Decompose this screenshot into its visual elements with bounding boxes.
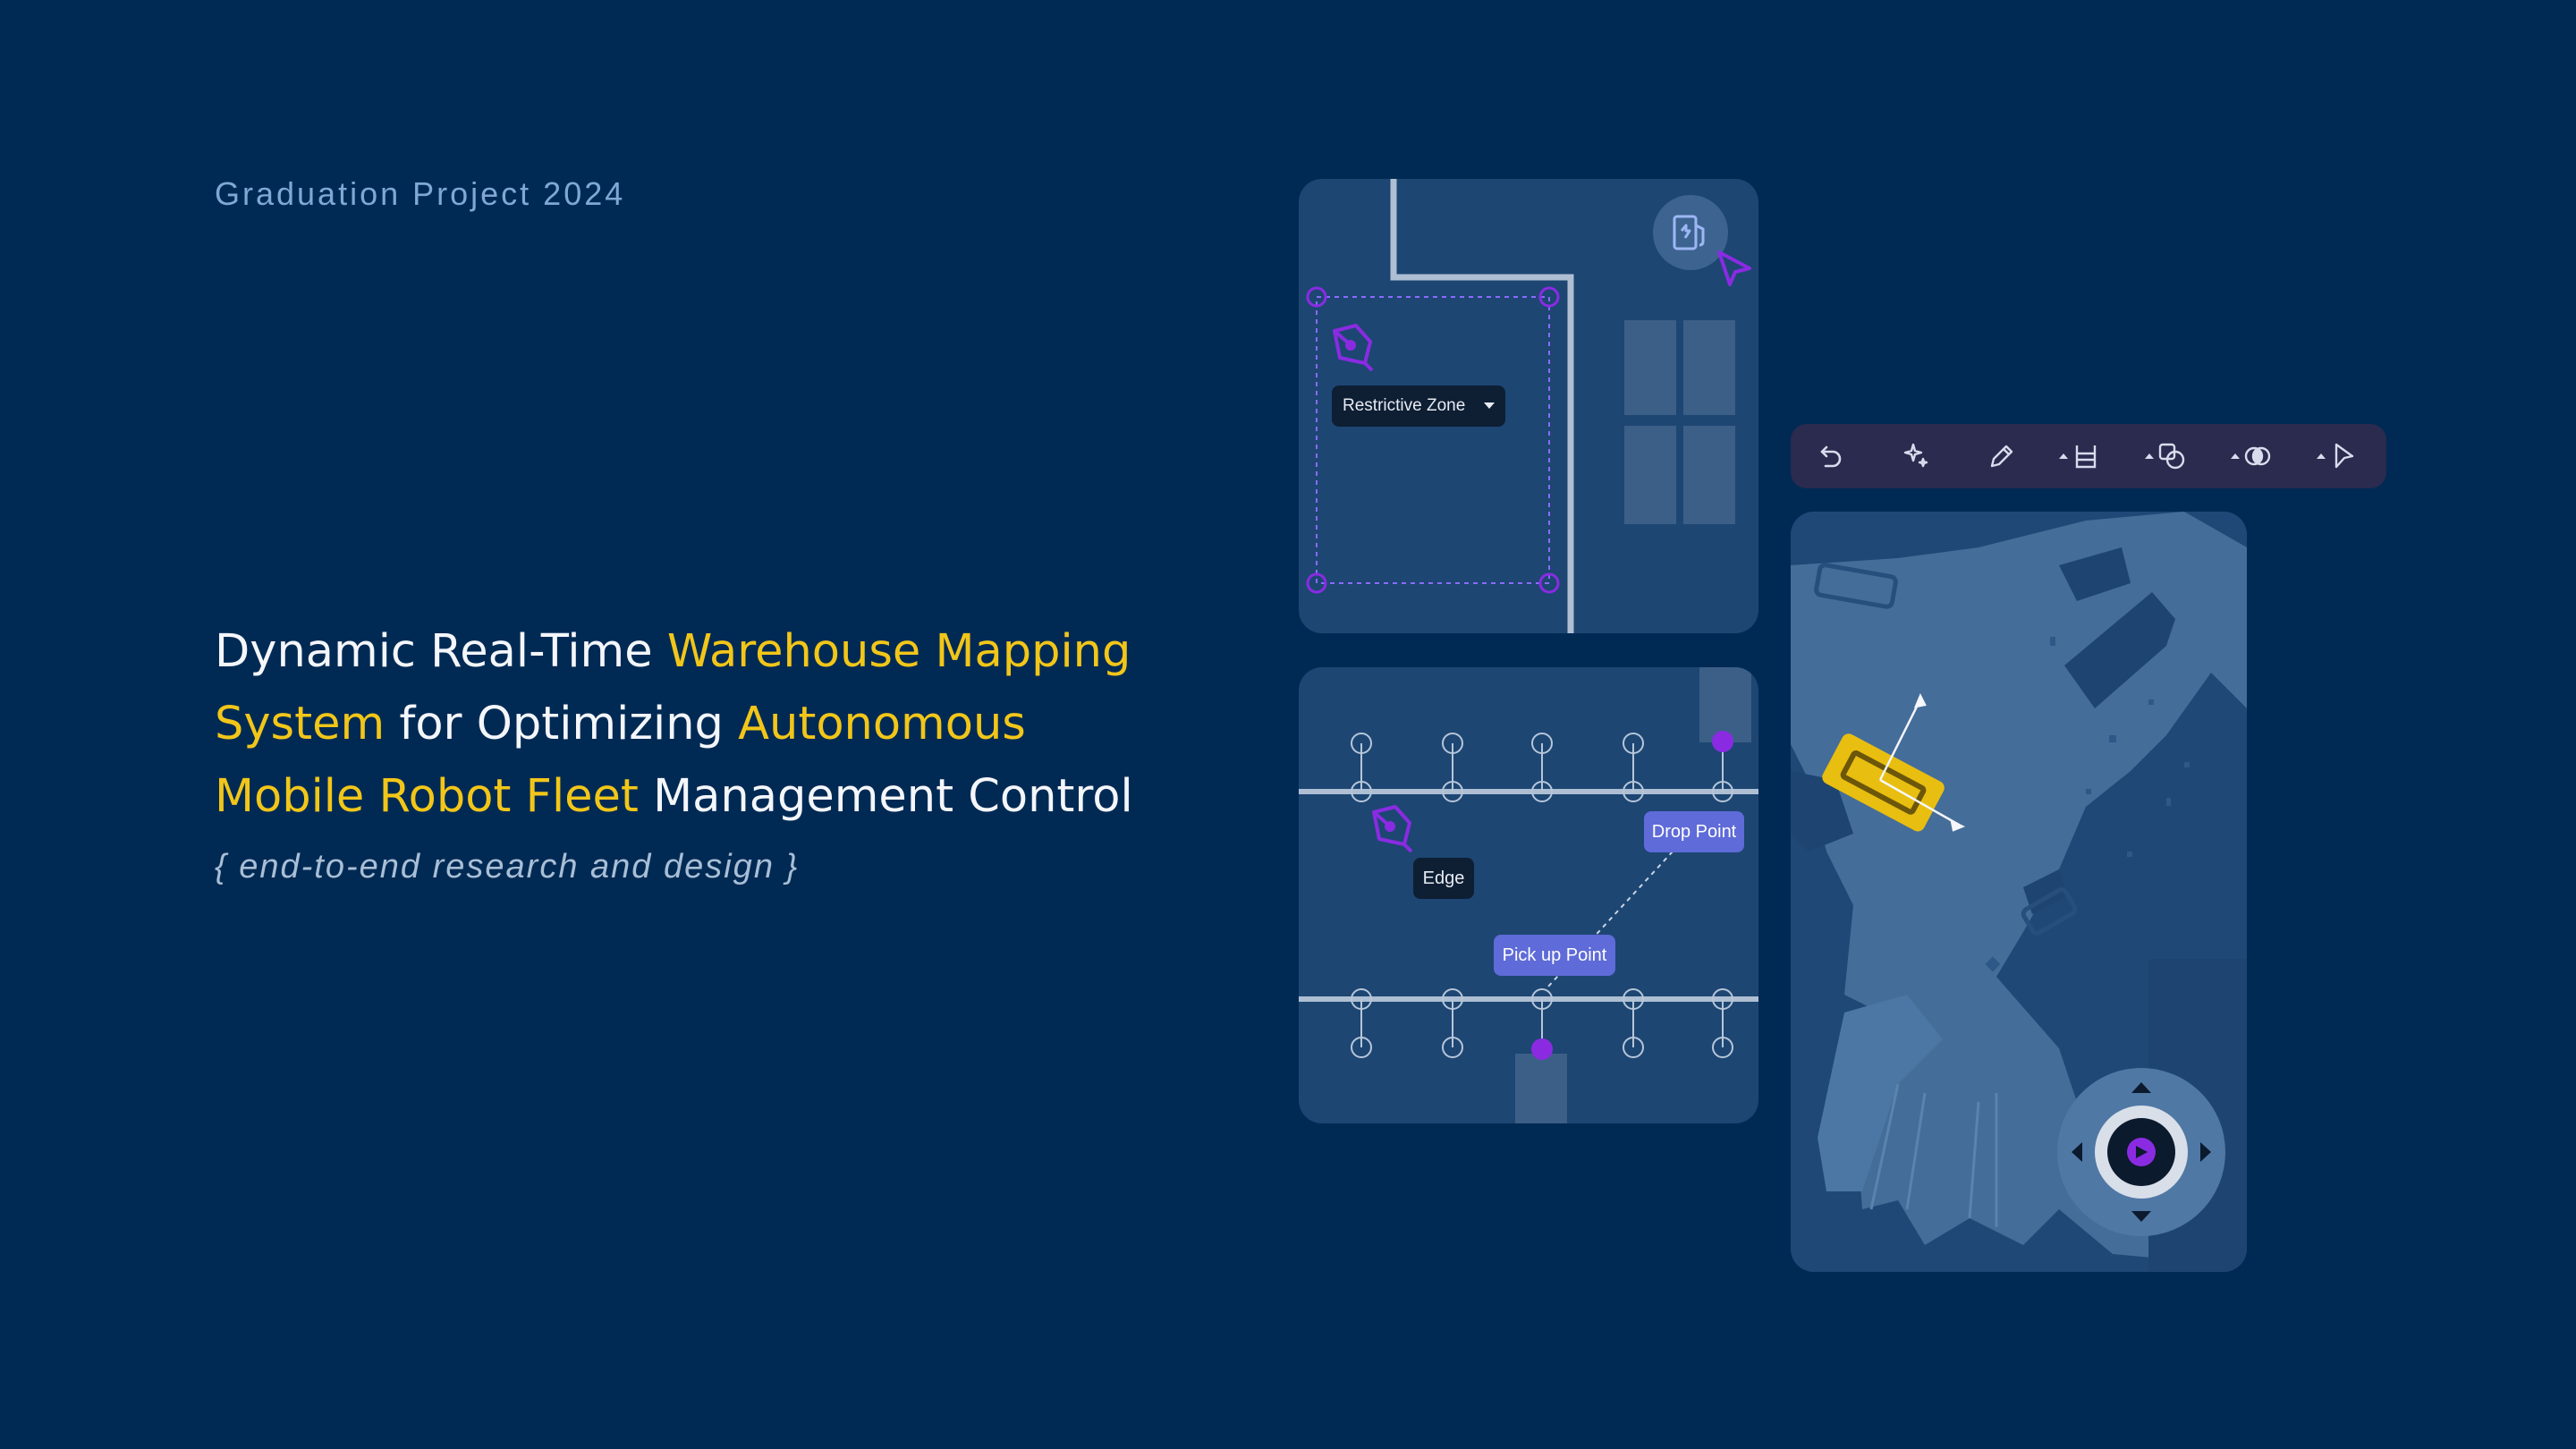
shelf-block bbox=[1624, 320, 1735, 524]
pencil-button[interactable] bbox=[1975, 436, 2029, 476]
graph-canvas[interactable] bbox=[1299, 667, 1758, 1123]
headline-highlight: Autonomous bbox=[738, 698, 1026, 750]
headline-highlight: Mobile Robot Fleet bbox=[215, 770, 639, 823]
drop-point-label[interactable]: Drop Point bbox=[1644, 811, 1744, 852]
map-toolbar bbox=[1791, 424, 2386, 488]
caret-up-icon bbox=[2059, 453, 2068, 459]
cursor-arrow-icon bbox=[1717, 250, 1751, 286]
chevron-down-icon bbox=[1484, 402, 1495, 409]
headline-text: for Optimizing bbox=[385, 698, 739, 750]
charging-station-icon[interactable] bbox=[1653, 195, 1728, 270]
zone-handles[interactable] bbox=[1306, 286, 1560, 594]
subtitle: { end-to-end research and design } bbox=[215, 848, 800, 886]
restrictive-zone-outline[interactable] bbox=[1316, 296, 1550, 584]
caret-up-icon bbox=[2231, 453, 2240, 459]
pointer-icon bbox=[2334, 443, 2354, 469]
zone-editor-panel[interactable]: Restrictive Zone bbox=[1299, 179, 1758, 633]
undo-button[interactable] bbox=[1803, 436, 1857, 476]
magic-wand-icon bbox=[1903, 443, 1928, 468]
caret-up-icon bbox=[2145, 453, 2154, 459]
headline-text: Management Control bbox=[638, 770, 1133, 823]
project-eyebrow: Graduation Project 2024 bbox=[215, 175, 626, 212]
headline-text: Dynamic Real-Time bbox=[215, 625, 667, 678]
headline-highlight: Warehouse Mapping bbox=[666, 625, 1131, 678]
occupancy-map-canvas[interactable] bbox=[1791, 512, 2247, 1272]
shelf-block bbox=[1515, 1054, 1567, 1123]
shapes-icon bbox=[2158, 443, 2185, 470]
live-map-panel[interactable] bbox=[1791, 512, 2247, 1272]
headline-line-3: Mobile Robot Fleet Management Control bbox=[215, 760, 1243, 833]
magic-wand-button[interactable] bbox=[1889, 436, 1943, 476]
headline-line-2: System for Optimizing Autonomous bbox=[215, 688, 1243, 760]
joystick-icon[interactable] bbox=[2057, 1068, 2225, 1236]
shelf-tool-button[interactable] bbox=[2059, 436, 2113, 476]
blend-icon bbox=[2244, 446, 2271, 466]
graph-editor-panel[interactable]: Drop Point Pick up Point Edge bbox=[1299, 667, 1758, 1123]
shelf-icon bbox=[2075, 445, 2097, 469]
headline-line-1: Dynamic Real-Time Warehouse Mapping bbox=[215, 615, 1243, 688]
pen-tool-icon bbox=[1333, 324, 1374, 372]
pickup-point-label[interactable]: Pick up Point bbox=[1494, 935, 1615, 976]
undo-icon bbox=[1820, 445, 1842, 468]
caret-up-icon bbox=[2317, 453, 2326, 459]
blend-tool-button[interactable] bbox=[2231, 436, 2284, 476]
shapes-tool-button[interactable] bbox=[2145, 436, 2199, 476]
headline-highlight: System bbox=[215, 698, 386, 750]
zone-type-label: Restrictive Zone bbox=[1343, 396, 1466, 415]
edge-label[interactable]: Edge bbox=[1413, 858, 1474, 899]
pointer-tool-button[interactable] bbox=[2317, 436, 2370, 476]
pen-tool-icon bbox=[1372, 805, 1413, 853]
active-node[interactable] bbox=[1712, 731, 1733, 752]
zone-type-dropdown[interactable]: Restrictive Zone bbox=[1332, 386, 1505, 427]
headline: Dynamic Real-Time Warehouse Mapping Syst… bbox=[215, 615, 1243, 833]
pencil-icon bbox=[1990, 445, 2013, 468]
active-node[interactable] bbox=[1531, 1038, 1553, 1060]
